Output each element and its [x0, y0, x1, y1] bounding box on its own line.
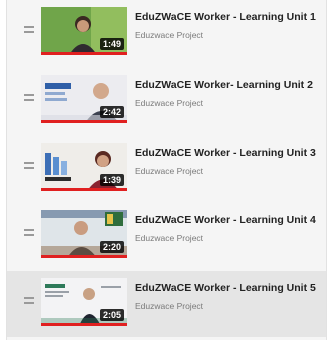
video-duration: 2:20 — [99, 241, 124, 253]
watched-progress-bar — [41, 188, 127, 191]
video-duration: 2:42 — [99, 106, 124, 118]
drag-handle-icon[interactable] — [24, 297, 34, 307]
video-duration: 1:49 — [99, 38, 124, 50]
channel-name[interactable]: Eduzwace Project — [135, 166, 203, 176]
video-title[interactable]: EduZWaCE Worker - Learning Unit 1 — [135, 11, 316, 23]
drag-handle-icon[interactable] — [24, 26, 34, 36]
video-title[interactable]: EduZWaCE Worker - Learning Unit 4 — [135, 214, 316, 226]
video-title[interactable]: EduZWaCE Worker- Learning Unit 2 — [135, 79, 313, 91]
channel-name[interactable]: Eduzwace Project — [135, 301, 203, 311]
drag-handle-icon[interactable] — [24, 229, 34, 239]
channel-name[interactable]: Eduzwace Project — [135, 233, 203, 243]
video-duration: 2:05 — [99, 309, 124, 321]
watched-progress-bar — [41, 52, 127, 55]
playlist-item[interactable]: 1:39 EduZWaCE Worker - Learning Unit 3 E… — [7, 136, 326, 202]
playlist-panel: 1:49 EduZWaCE Worker - Learning Unit 1 E… — [6, 0, 327, 340]
video-thumbnail[interactable]: 2:20 — [41, 210, 127, 258]
video-duration: 1:39 — [99, 174, 124, 186]
watched-progress-bar — [41, 255, 127, 258]
video-thumbnail[interactable]: 1:49 — [41, 7, 127, 55]
playlist-item-active[interactable]: 2:05 EduZWaCE Worker - Learning Unit 5 E… — [7, 271, 326, 337]
playlist-item[interactable]: 2:20 EduZWaCE Worker - Learning Unit 4 E… — [7, 203, 326, 269]
video-thumbnail[interactable]: 2:05 — [41, 278, 127, 326]
video-title[interactable]: EduZWaCE Worker - Learning Unit 3 — [135, 147, 316, 159]
video-title[interactable]: EduZWaCE Worker - Learning Unit 5 — [135, 282, 316, 294]
playlist-item[interactable]: 1:49 EduZWaCE Worker - Learning Unit 1 E… — [7, 0, 326, 66]
channel-name[interactable]: Eduzwace Project — [135, 98, 203, 108]
channel-name[interactable]: Eduzwace Project — [135, 30, 203, 40]
watched-progress-bar — [41, 323, 127, 326]
drag-handle-icon[interactable] — [24, 162, 34, 172]
watched-progress-bar — [41, 120, 127, 123]
video-thumbnail[interactable]: 1:39 — [41, 143, 127, 191]
drag-handle-icon[interactable] — [24, 94, 34, 104]
video-thumbnail[interactable]: 2:42 — [41, 75, 127, 123]
playlist-item[interactable]: 2:42 EduZWaCE Worker- Learning Unit 2 Ed… — [7, 68, 326, 134]
